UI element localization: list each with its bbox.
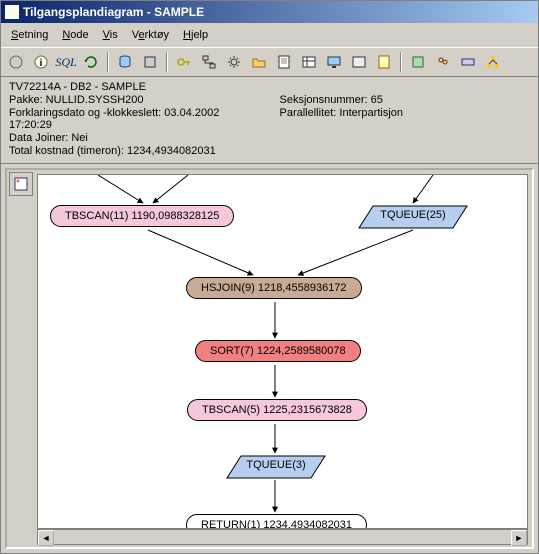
node-tqueue25[interactable]: TQUEUE(25) bbox=[358, 205, 468, 229]
node-sort7[interactable]: SORT(7) 1224,2589580078 bbox=[195, 340, 361, 362]
db-icon[interactable] bbox=[114, 51, 136, 73]
query-icon[interactable] bbox=[457, 51, 479, 73]
window-title: Tilgangsplandiagram - SAMPLE bbox=[23, 5, 204, 19]
info-section: Seksjonsnummer: 65 bbox=[280, 94, 531, 106]
svg-text:i: i bbox=[40, 58, 43, 69]
monitor-icon[interactable] bbox=[323, 51, 345, 73]
gear-icon[interactable] bbox=[223, 51, 245, 73]
horizontal-scrollbar[interactable]: ◄ ► bbox=[37, 529, 528, 545]
tree-icon[interactable] bbox=[482, 51, 504, 73]
info-icon[interactable]: i bbox=[30, 51, 52, 73]
node-tqueue3[interactable]: TQUEUE(3) bbox=[226, 455, 326, 479]
scroll-left-button[interactable]: ◄ bbox=[38, 530, 54, 546]
app-window: Tilgangsplandiagram - SAMPLE Setning Nod… bbox=[0, 0, 539, 554]
app-icon bbox=[5, 5, 19, 19]
users-icon[interactable] bbox=[432, 51, 454, 73]
titlebar: Tilgangsplandiagram - SAMPLE bbox=[1, 1, 538, 23]
info-package: Pakke: NULLID.SYSSH200 bbox=[9, 94, 260, 106]
config-icon[interactable] bbox=[407, 51, 429, 73]
info-panel: TV72214A - DB2 - SAMPLE Pakke: NULLID.SY… bbox=[1, 77, 538, 164]
menubar: Setning Node Vis Verktøy Hjelp bbox=[1, 23, 538, 47]
canvas-toolbar bbox=[9, 172, 33, 196]
scroll-right-button[interactable]: ► bbox=[511, 530, 527, 546]
info-datajoin: Data Joiner: Nei bbox=[9, 132, 530, 144]
refresh-icon[interactable] bbox=[80, 51, 102, 73]
script-icon[interactable] bbox=[373, 51, 395, 73]
toolbar-separator bbox=[107, 52, 109, 72]
node-hsjoin9[interactable]: HSJOIN(9) 1218,4558936172 bbox=[186, 277, 362, 299]
info-app: TV72214A - DB2 - SAMPLE bbox=[9, 81, 530, 93]
overview-icon[interactable] bbox=[9, 172, 33, 196]
server-icon[interactable] bbox=[139, 51, 161, 73]
toolbar-separator-3 bbox=[400, 52, 402, 72]
key-icon[interactable] bbox=[173, 51, 195, 73]
sql-button[interactable]: SQL bbox=[55, 51, 77, 73]
network-icon[interactable] bbox=[198, 51, 220, 73]
menu-verktoy[interactable]: Verktøy bbox=[126, 28, 175, 42]
table-icon[interactable] bbox=[298, 51, 320, 73]
menu-node[interactable]: Node bbox=[56, 28, 94, 42]
toolbar: i SQL bbox=[1, 47, 538, 77]
info-datetime: Forklaringsdato og -klokkeslett: 03.04.2… bbox=[9, 107, 260, 131]
diagram-canvas[interactable]: TBSCAN(11) 1190,0988328125 TQUEUE(25) HS… bbox=[37, 174, 528, 529]
node-tbscan5[interactable]: TBSCAN(5) 1225,2315673828 bbox=[187, 399, 367, 421]
node-return1[interactable]: RETURN(1) 1234,4934082031 bbox=[186, 514, 367, 529]
info-parallel: Parallellitet: Interpartisjon bbox=[280, 107, 531, 131]
doc-icon[interactable] bbox=[273, 51, 295, 73]
toolbar-separator-2 bbox=[166, 52, 168, 72]
diagram-pane: TBSCAN(11) 1190,0988328125 TQUEUE(25) HS… bbox=[5, 168, 534, 549]
sysmenu-icon[interactable] bbox=[5, 51, 27, 73]
node-tbscan11[interactable]: TBSCAN(11) 1190,0988328125 bbox=[50, 205, 234, 227]
menu-hjelp[interactable]: Hjelp bbox=[177, 28, 214, 42]
folder-icon[interactable] bbox=[248, 51, 270, 73]
info-totalcost: Total kostnad (timeron): 1234,4934082031 bbox=[9, 145, 530, 157]
more-icon[interactable] bbox=[348, 51, 370, 73]
menu-setning[interactable]: Setning bbox=[5, 28, 54, 42]
menu-vis[interactable]: Vis bbox=[97, 28, 124, 42]
